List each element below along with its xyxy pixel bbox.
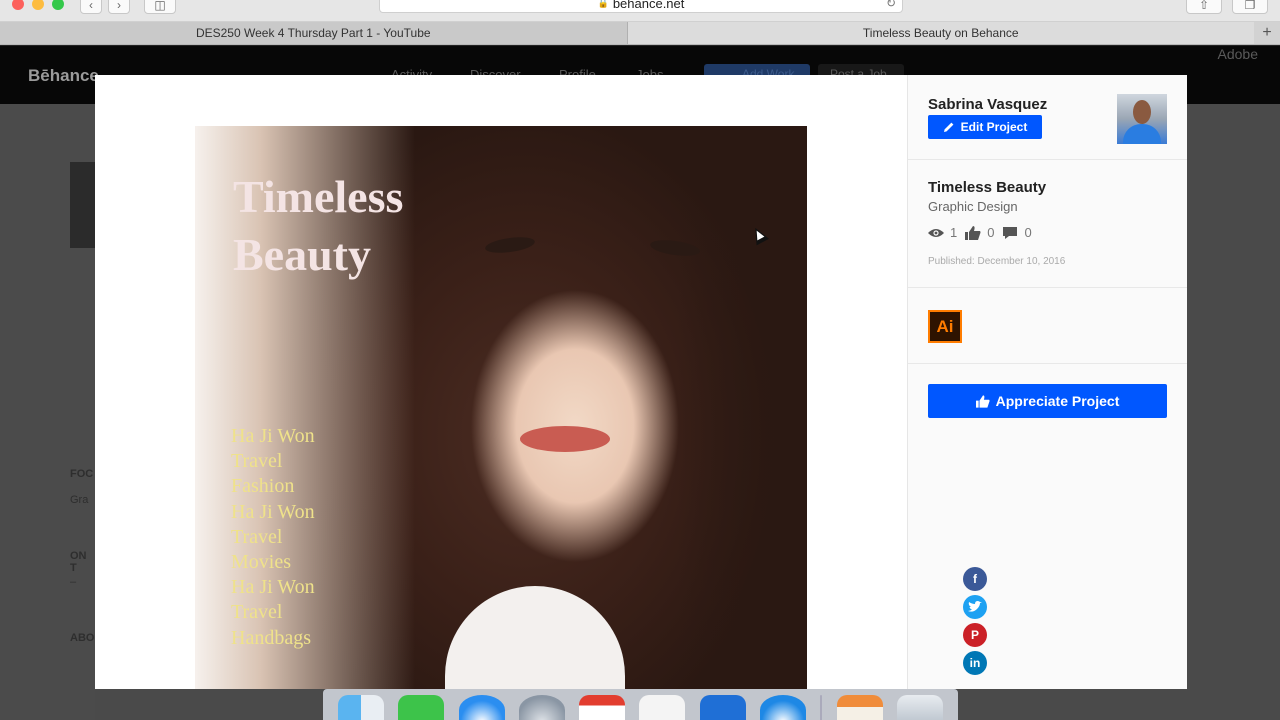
cover-line: Movies (231, 551, 291, 574)
pencil-icon (943, 122, 954, 132)
page-left-column: FOC Gra ON T – ABO (0, 104, 95, 720)
project-modal: Timeless Beauty Ha Ji Won Travel Fashion… (95, 75, 1187, 689)
cover-eye-left (484, 234, 536, 256)
linkedin-icon[interactable]: in (963, 651, 987, 675)
new-tab-button[interactable]: + (1254, 22, 1280, 44)
cover-line: Fashion (231, 475, 295, 498)
side-label-dash: – (70, 576, 77, 588)
avatar-head (1133, 100, 1151, 124)
forward-button[interactable]: › (108, 0, 130, 14)
share-icon: ⇧ (1198, 0, 1210, 12)
cover-line: Ha Ji Won (231, 425, 315, 447)
chevron-right-icon: › (117, 0, 121, 12)
messages-icon[interactable] (759, 695, 806, 720)
word-icon[interactable] (699, 695, 746, 720)
tool-label: Ai (936, 316, 954, 336)
behance-logo: Bēhance (28, 66, 99, 85)
address-text: behance.net (612, 0, 685, 11)
launchpad-icon[interactable] (518, 695, 565, 720)
comments-count: 0 (1024, 225, 1032, 240)
browser-titlebar: ‹ › ◫ 🔒 behance.net ↻ ⇧ ❐ (0, 0, 1280, 22)
cover-text-list: Ha Ji Won Travel Fashion Ha Ji Won Trave… (231, 424, 315, 651)
facetime-icon[interactable] (398, 695, 445, 720)
tab-youtube[interactable]: DES250 Week 4 Thursday Part 1 - YouTube (0, 22, 628, 44)
tabs-overview-button[interactable]: ❐ (1232, 0, 1268, 14)
twitter-icon[interactable] (963, 595, 987, 619)
facebook-icon[interactable]: f (963, 567, 987, 591)
sidebar-toggle-button[interactable]: ◫ (144, 0, 176, 14)
project-field[interactable]: Graphic Design (928, 199, 1018, 214)
plus-icon: + (1262, 24, 1272, 41)
reload-icon[interactable]: ↻ (886, 0, 896, 10)
avatar[interactable] (1117, 94, 1167, 144)
avatar-body (1123, 124, 1161, 144)
close-window-icon[interactable] (12, 0, 24, 10)
dock-divider (820, 695, 823, 720)
cover-line: Travel (231, 525, 283, 548)
appreciate-project-button[interactable]: Appreciate Project (928, 384, 1167, 418)
sidebar-separator (908, 363, 1187, 364)
macos-dock (323, 689, 958, 720)
twitter-bird-icon (968, 601, 982, 612)
appreciations-count: 0 (987, 225, 995, 240)
cover-line: Handbags (231, 626, 311, 649)
project-title: Timeless Beauty (928, 179, 1047, 196)
tab-label: Timeless Beauty on Behance (862, 26, 1019, 40)
edit-project-button[interactable]: Edit Project (928, 115, 1042, 139)
contacts-icon[interactable] (639, 695, 686, 720)
profile-thumb-dim (70, 162, 95, 248)
appreciate-label: Appreciate Project (995, 393, 1120, 409)
cover-collar (445, 586, 625, 689)
sidebar-separator (908, 287, 1187, 288)
chevron-left-icon: ‹ (89, 0, 93, 12)
thumbs-up-icon (965, 225, 981, 240)
thumbs-up-icon (975, 394, 990, 408)
safari-icon[interactable] (458, 695, 505, 720)
calendar-icon[interactable] (579, 695, 626, 720)
project-stats: 1 0 0 (928, 225, 1040, 240)
sidebar-separator (908, 159, 1187, 160)
views-count: 1 (950, 225, 958, 240)
back-button[interactable]: ‹ (80, 0, 102, 14)
side-label-foc: FOC (70, 468, 94, 480)
side-label-gra: Gra (70, 494, 89, 506)
edit-project-label: Edit Project (960, 120, 1028, 134)
published-date: Published: December 10, 2016 (928, 256, 1066, 267)
side-label-ont: ON T (70, 550, 87, 574)
cover-lips (520, 426, 610, 452)
side-label-abo: ABO (70, 632, 95, 644)
finder-icon[interactable] (338, 695, 385, 720)
lock-icon: 🔒 (597, 0, 609, 8)
minimize-window-icon[interactable] (32, 0, 44, 10)
project-cover-image: Timeless Beauty Ha Ji Won Travel Fashion… (195, 126, 807, 689)
cover-line: Travel (231, 450, 283, 473)
address-bar[interactable]: 🔒 behance.net ↻ (379, 0, 903, 13)
zoom-window-icon[interactable] (52, 0, 64, 10)
cover-hair-right (677, 126, 807, 689)
tab-label: DES250 Week 4 Thursday Part 1 - YouTube (195, 26, 431, 40)
tab-strip: DES250 Week 4 Thursday Part 1 - YouTube … (0, 22, 1280, 45)
sidebar-icon: ◫ (154, 0, 166, 12)
adobe-mark: Adobe (1217, 46, 1258, 62)
tab-behance[interactable]: Timeless Beauty on Behance (627, 22, 1254, 44)
share-button[interactable]: ⇧ (1186, 0, 1222, 14)
cover-title: Timeless Beauty (233, 171, 404, 280)
cover-line: Travel (231, 601, 283, 624)
comment-icon (1003, 226, 1018, 239)
owner-name[interactable]: Sabrina Vasquez (928, 96, 1047, 113)
downloads-stack-icon[interactable] (836, 695, 883, 720)
eye-icon (928, 228, 944, 237)
pinterest-icon[interactable]: P (963, 623, 987, 647)
tabs-icon: ❐ (1244, 0, 1256, 12)
trash-icon[interactable] (896, 695, 943, 720)
cover-line: Ha Ji Won (231, 500, 315, 523)
illustrator-tool-icon[interactable]: Ai (928, 310, 962, 343)
project-sidebar: Sabrina Vasquez Edit Project Timeless Be… (908, 75, 1187, 689)
cover-line: Ha Ji Won (231, 576, 315, 599)
